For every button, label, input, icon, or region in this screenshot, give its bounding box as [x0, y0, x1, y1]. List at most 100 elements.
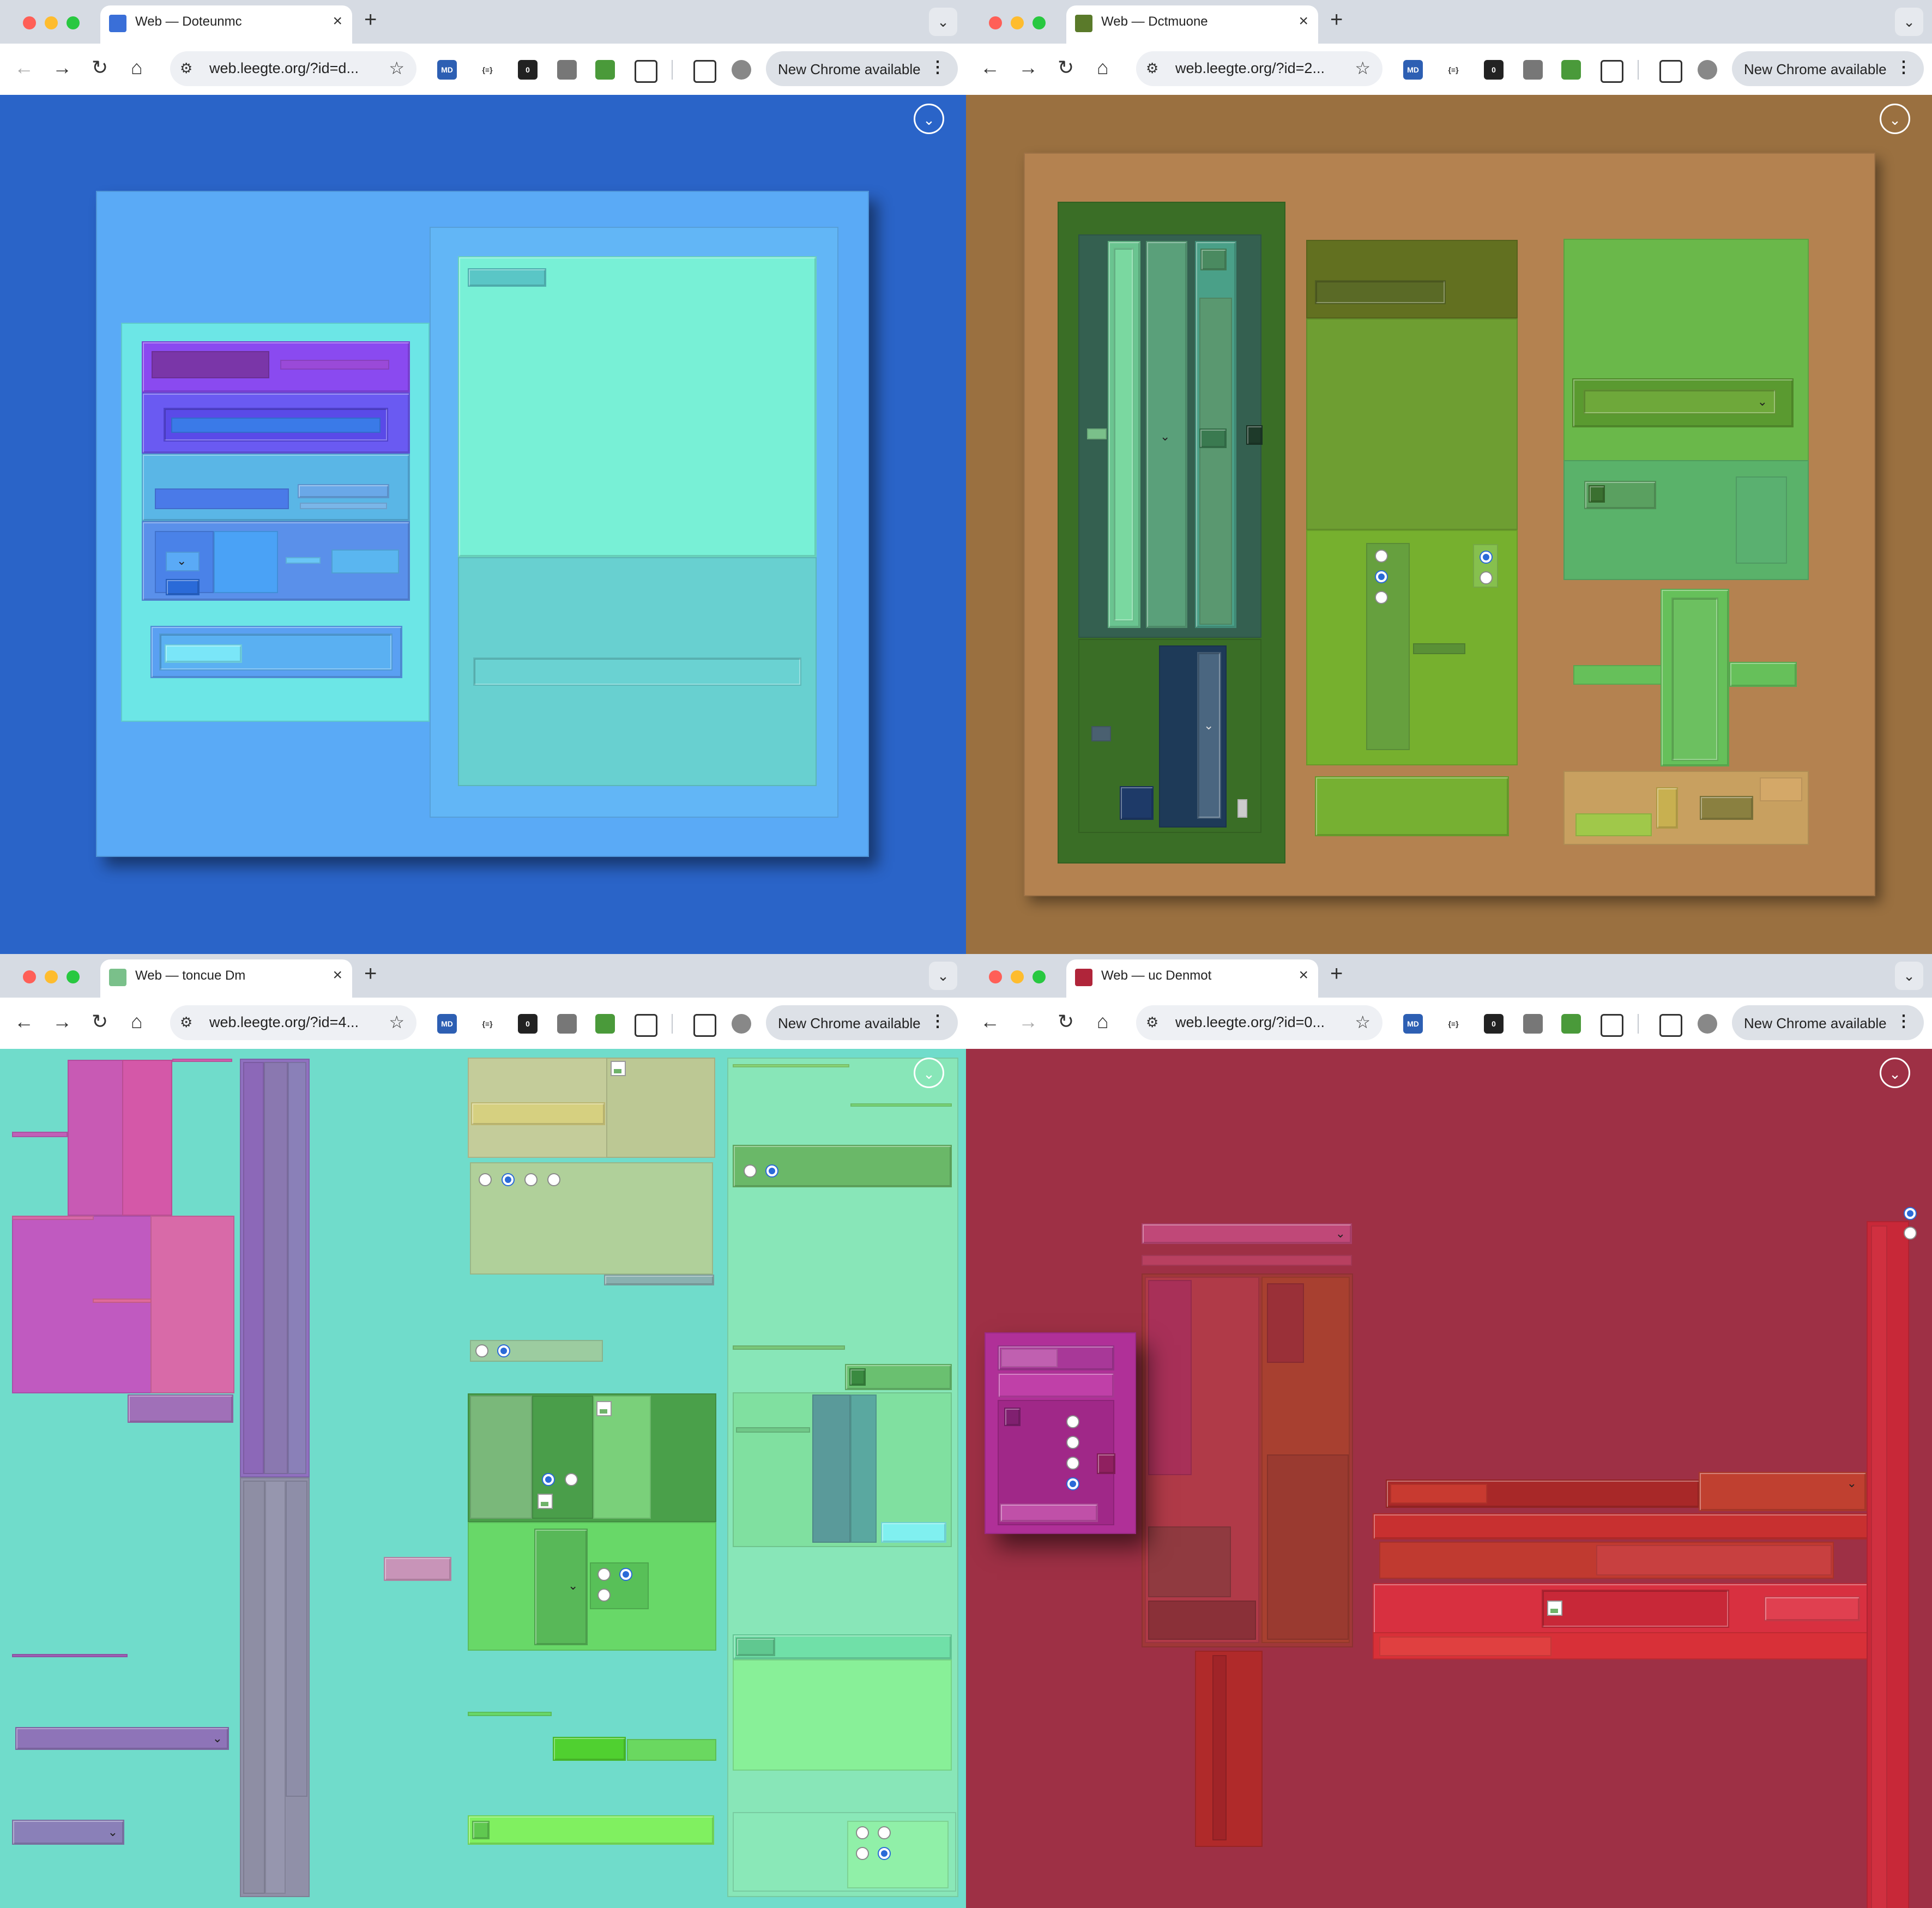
- radio-option-11[interactable]: [597, 1589, 611, 1602]
- site-settings-icon[interactable]: ⚙: [180, 60, 192, 77]
- radio-option-17[interactable]: [878, 1847, 891, 1860]
- small-button-top[interactable]: [1200, 249, 1227, 270]
- side-panel-icon[interactable]: [1659, 1014, 1682, 1037]
- home-icon[interactable]: ⌂: [1097, 56, 1109, 80]
- address-bar[interactable]: ⚙ web.leegte.org/?id=0... ☆: [1136, 1005, 1382, 1040]
- kebab-menu-icon[interactable]: ⋮: [929, 1012, 946, 1031]
- new-tab-button[interactable]: +: [364, 8, 377, 32]
- radio-option-7[interactable]: [542, 1473, 555, 1486]
- close-window-button[interactable]: [23, 970, 36, 983]
- address-bar[interactable]: ⚙ web.leegte.org/?id=4... ☆: [170, 1005, 416, 1040]
- olive-button[interactable]: [1700, 796, 1753, 820]
- black-handle[interactable]: [1246, 425, 1263, 445]
- reload-icon[interactable]: ↻: [1058, 56, 1074, 80]
- side-panel-icon[interactable]: [693, 60, 716, 83]
- radio-option-4[interactable]: [1480, 551, 1493, 564]
- markdown-extension-icon[interactable]: MD: [437, 60, 457, 80]
- code-extension-icon[interactable]: {≡}: [478, 60, 497, 80]
- bookmark-star-icon[interactable]: ☆: [389, 1012, 404, 1033]
- close-window-button[interactable]: [989, 16, 1002, 29]
- maximize-window-button[interactable]: [1033, 970, 1046, 983]
- small-button-mid[interactable]: [1199, 428, 1227, 448]
- address-bar[interactable]: ⚙ web.leegte.org/?id=2... ☆: [1136, 51, 1382, 86]
- orange-select[interactable]: ⌄: [1699, 1472, 1867, 1511]
- close-tab-icon[interactable]: ×: [1299, 966, 1308, 985]
- qr-extension-icon[interactable]: [1523, 60, 1543, 80]
- bright-green-bar[interactable]: [468, 1815, 714, 1845]
- bookmark-star-icon[interactable]: ☆: [1355, 58, 1370, 79]
- site-settings-icon[interactable]: ⚙: [1146, 1014, 1158, 1031]
- extensions-puzzle-icon[interactable]: [635, 1014, 657, 1037]
- new-tab-button[interactable]: +: [1330, 962, 1343, 986]
- lime-button[interactable]: [553, 1737, 626, 1761]
- blocker-extension-icon[interactable]: [595, 60, 615, 80]
- maximize-window-button[interactable]: [67, 970, 80, 983]
- site-settings-icon[interactable]: ⚙: [180, 1014, 192, 1031]
- kebab-menu-icon[interactable]: ⋮: [1895, 1012, 1912, 1031]
- blocker-extension-icon[interactable]: [1561, 1014, 1581, 1034]
- url-text[interactable]: web.leegte.org/?id=4...: [209, 1014, 359, 1031]
- new-chrome-available-button[interactable]: New Chrome available ⋮: [1732, 51, 1924, 86]
- extensions-puzzle-icon[interactable]: [1601, 60, 1623, 83]
- maximize-window-button[interactable]: [1033, 16, 1046, 29]
- qr-extension-icon[interactable]: [1523, 1014, 1543, 1034]
- radio-option-1[interactable]: [1066, 1415, 1079, 1428]
- radio-option-4[interactable]: [547, 1173, 560, 1186]
- new-chrome-available-button[interactable]: New Chrome available ⋮: [1732, 1005, 1924, 1040]
- side-panel-icon[interactable]: [693, 1014, 716, 1037]
- radio-option-5[interactable]: [1480, 571, 1493, 584]
- lime-chip[interactable]: [1575, 813, 1652, 836]
- mint-header-button[interactable]: [736, 1638, 775, 1656]
- olive-input[interactable]: [1315, 280, 1446, 304]
- code-extension-icon[interactable]: {≡}: [478, 1014, 497, 1034]
- tab-search-button[interactable]: ⌄: [929, 8, 957, 36]
- minimize-window-button[interactable]: [45, 16, 58, 29]
- teal-input[interactable]: [473, 657, 801, 686]
- markdown-extension-icon[interactable]: MD: [1403, 1014, 1423, 1034]
- expand-fab-icon[interactable]: ⌄: [1880, 1058, 1910, 1088]
- tab-search-button[interactable]: ⌄: [929, 962, 957, 990]
- close-tab-icon[interactable]: ×: [1299, 12, 1308, 31]
- profile-avatar-icon[interactable]: [732, 60, 751, 80]
- green-cross-right[interactable]: [1729, 662, 1797, 687]
- address-bar[interactable]: ⚙ web.leegte.org/?id=d... ☆: [170, 51, 416, 86]
- profile-avatar-icon[interactable]: [1698, 1014, 1717, 1034]
- bookmark-star-icon[interactable]: ☆: [1355, 1012, 1370, 1033]
- reload-icon[interactable]: ↻: [92, 1010, 108, 1034]
- radio-option-14[interactable]: [856, 1826, 869, 1839]
- new-tab-button[interactable]: +: [364, 962, 377, 986]
- site-settings-icon[interactable]: ⚙: [1146, 60, 1158, 77]
- cyan-input[interactable]: [165, 644, 242, 663]
- markdown-extension-icon[interactable]: MD: [437, 1014, 457, 1034]
- profile-avatar-icon[interactable]: [732, 1014, 751, 1034]
- teal-small-bar[interactable]: [298, 484, 389, 498]
- tan-small-button[interactable]: [1656, 787, 1678, 829]
- home-icon[interactable]: ⌂: [131, 56, 143, 80]
- radio-option-6[interactable]: [1904, 1227, 1917, 1240]
- back-icon[interactable]: ←: [14, 1010, 34, 1034]
- radio-option-2[interactable]: [1066, 1436, 1079, 1449]
- mint-tag[interactable]: [468, 268, 546, 287]
- navy-select[interactable]: ⌄: [1197, 652, 1221, 819]
- close-window-button[interactable]: [23, 16, 36, 29]
- active-tab[interactable]: Web — Dctmuone ×: [1066, 5, 1318, 44]
- badge-extension-icon[interactable]: 0: [1484, 1014, 1504, 1034]
- cyan-button[interactable]: [881, 1522, 946, 1543]
- new-tab-button[interactable]: +: [1330, 8, 1343, 32]
- markdown-extension-icon[interactable]: MD: [1403, 60, 1423, 80]
- radio-option-5[interactable]: [475, 1344, 488, 1357]
- extensions-puzzle-icon[interactable]: [1601, 1014, 1623, 1037]
- badge-extension-icon[interactable]: 0: [518, 1014, 538, 1034]
- green-select[interactable]: ⌄: [1146, 241, 1187, 628]
- slate-stripe[interactable]: [604, 1275, 714, 1285]
- profile-avatar-icon[interactable]: [1698, 60, 1717, 80]
- extensions-puzzle-icon[interactable]: [635, 60, 657, 83]
- radio-option-15[interactable]: [878, 1826, 891, 1839]
- url-text[interactable]: web.leegte.org/?id=0...: [1175, 1014, 1325, 1031]
- tiny-toggle[interactable]: [1237, 799, 1247, 818]
- new-chrome-available-button[interactable]: New Chrome available ⋮: [766, 1005, 958, 1040]
- magenta-footer-button[interactable]: [1000, 1504, 1098, 1522]
- code-extension-icon[interactable]: {≡}: [1444, 60, 1463, 80]
- violet-select[interactable]: ⌄: [15, 1727, 229, 1750]
- badge-extension-icon[interactable]: 0: [518, 60, 538, 80]
